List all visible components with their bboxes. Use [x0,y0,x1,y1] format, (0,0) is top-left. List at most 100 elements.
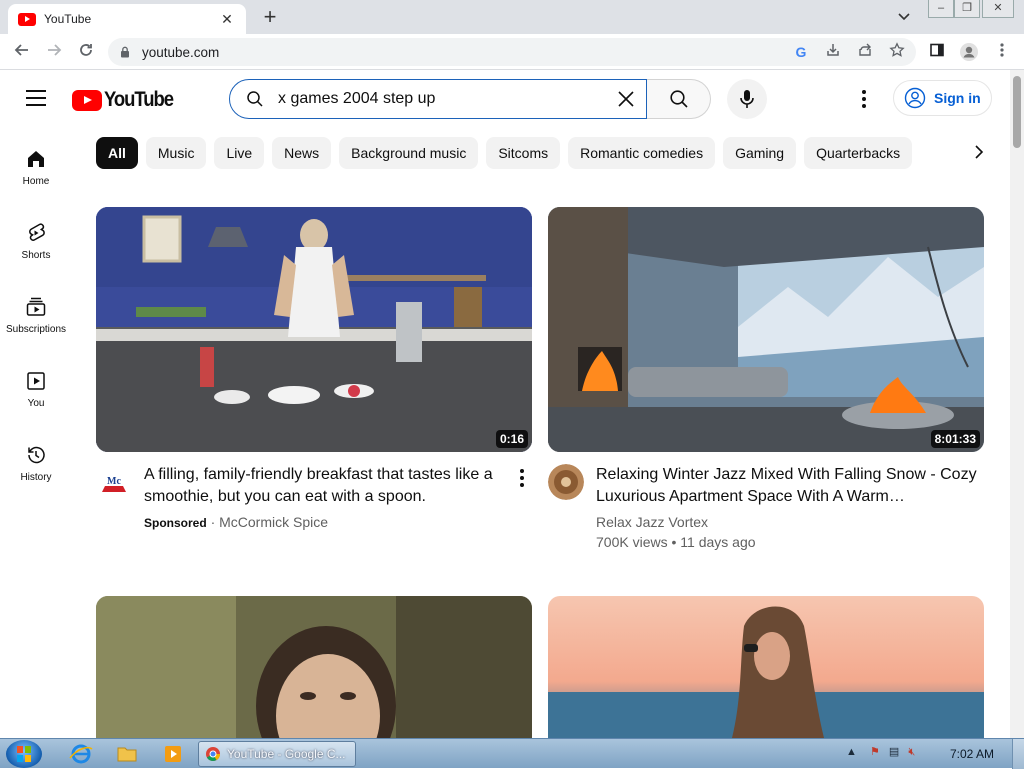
profile-avatar-icon[interactable] [959,42,979,62]
video-meta: Relaxing Winter Jazz Mixed With Falling … [548,464,984,552]
file-explorer-taskbar-icon[interactable] [110,742,144,766]
search-box[interactable] [229,79,647,119]
new-tab-button[interactable]: + [258,5,282,29]
install-app-icon[interactable] [823,42,843,62]
sign-in-label: Sign in [934,90,981,106]
video-stats: 700K views • 11 days ago [596,534,756,550]
search-button[interactable] [647,79,711,119]
show-desktop-button[interactable] [1012,739,1024,769]
video-title[interactable]: Relaxing Winter Jazz Mixed With Falling … [596,464,984,508]
video-actions-menu-icon[interactable] [520,469,524,487]
chip-romantic-comedies[interactable]: Romantic comedies [568,137,716,169]
windows-logo-icon [17,746,31,762]
system-tray: ▲ ⚑ ▤ 🔇︎ [846,745,915,759]
kitchen-thumbnail-image [96,207,532,452]
video-title[interactable]: A filling, family-friendly breakfast tha… [144,464,532,508]
share-icon[interactable] [855,42,875,62]
home-icon [28,151,44,167]
chip-gaming[interactable]: Gaming [723,137,797,169]
chrome-taskbar-button[interactable]: YouTube - Google C... [198,741,356,767]
sidebar-item-shorts[interactable]: Shorts [0,202,72,276]
video-text-block: Relaxing Winter Jazz Mixed With Falling … [596,464,984,552]
forward-button[interactable] [44,42,64,62]
voice-search-button[interactable] [727,79,767,119]
subscriptions-icon [26,297,46,316]
tray-expand-icon[interactable]: ▲ [846,746,857,758]
history-icon [28,446,45,464]
video-channel-line: Sponsored · McCormick Spice [144,512,532,533]
clear-search-button[interactable] [606,80,646,118]
chip-news[interactable]: News [272,137,332,169]
chip-quarterbacks[interactable]: Quarterbacks [804,137,913,169]
sidebar-item-home[interactable]: Home [0,128,72,202]
browser-tab-youtube[interactable]: YouTube ✕ [8,4,246,34]
video-card[interactable]: 8:01:33 Relaxing Winter Jazz Mixed With … [548,207,984,552]
search-submit-icon [669,90,688,108]
browser-menu-icon[interactable] [992,42,1012,62]
chip-sitcoms[interactable]: Sitcoms [486,137,561,169]
mini-guide-sidebar: Home Shorts Subscriptions You History [0,128,72,498]
video-thumbnail[interactable] [96,596,532,738]
internet-explorer-taskbar-icon[interactable] [64,742,98,766]
sidebar-item-subscriptions[interactable]: Subscriptions [0,276,72,350]
sidebar-label-shorts: Shorts [21,250,51,261]
scrollbar-thumb[interactable] [1013,76,1021,148]
minimize-window-button[interactable]: – [928,0,954,18]
close-tab-button[interactable]: ✕ [218,11,236,28]
video-thumbnail[interactable] [548,596,984,738]
youtube-play-logo-icon [72,89,102,111]
media-player-taskbar-icon[interactable] [156,742,190,766]
video-thumbnail[interactable]: 8:01:33 [548,207,984,452]
taskbar-clock[interactable]: 7:02 AM [950,747,994,761]
network-icon[interactable]: ▤ [889,746,899,758]
channel-name[interactable]: McCormick Spice [219,514,328,530]
bookmark-star-icon[interactable] [887,42,907,62]
start-button[interactable] [6,740,42,768]
tab-search-chevron-icon[interactable] [896,8,912,24]
sunset-woman-thumbnail-image [548,596,984,738]
sponsored-label: Sponsored [144,516,207,530]
chip-live[interactable]: Live [214,137,265,169]
portrait-thumbnail-image [96,596,532,738]
youtube-logo[interactable]: YouTube [72,88,182,112]
chrome-taskbar-label: YouTube - Google C... [227,747,346,761]
chip-all[interactable]: All [96,137,138,169]
sign-in-button[interactable]: Sign in [893,80,992,116]
url-text: youtube.com [142,44,220,60]
sidebar-label-subscriptions: Subscriptions [5,324,67,335]
video-thumbnail[interactable]: 0:16 [96,207,532,452]
channel-avatar-mccormick[interactable]: Mc [96,464,132,500]
page-scrollbar[interactable] [1010,70,1024,738]
settings-more-icon[interactable] [854,89,874,109]
close-window-button[interactable]: ✕ [982,0,1014,18]
action-center-flag-icon[interactable]: ⚑ [870,746,880,758]
sidebar-item-you[interactable]: You [0,350,72,424]
you-library-icon [27,372,45,390]
winter-cabin-thumbnail-image [548,207,984,452]
guide-menu-icon[interactable] [26,90,46,106]
account-circle-icon [904,87,926,109]
google-icon[interactable]: G [791,42,811,62]
reload-button[interactable] [76,42,96,62]
video-duration: 8:01:33 [930,430,980,448]
back-button[interactable] [12,42,32,62]
video-duration: 0:16 [495,430,528,448]
channel-name[interactable]: Relax Jazz Vortex [596,512,984,532]
chip-music[interactable]: Music [145,137,207,169]
tab-title: YouTube [44,12,92,26]
channel-avatar-relax-jazz[interactable] [548,464,584,500]
sidebar-item-history[interactable]: History [0,424,72,498]
volume-muted-icon[interactable]: 🔇︎ [908,746,915,758]
lock-icon[interactable] [120,46,130,58]
video-card[interactable]: 0:16 Mc A filling, family-friendly break… [96,207,532,533]
chrome-icon [206,747,220,761]
clear-icon [618,91,634,107]
search-input[interactable] [278,90,606,108]
microphone-icon [740,90,754,108]
chips-next-button[interactable] [968,144,990,164]
restore-window-button[interactable]: ❐ [954,0,980,18]
separator-dot: · [210,514,220,530]
chip-background-music[interactable]: Background music [339,137,479,169]
side-panel-icon[interactable] [927,42,947,62]
forward-arrow-icon [48,44,62,56]
